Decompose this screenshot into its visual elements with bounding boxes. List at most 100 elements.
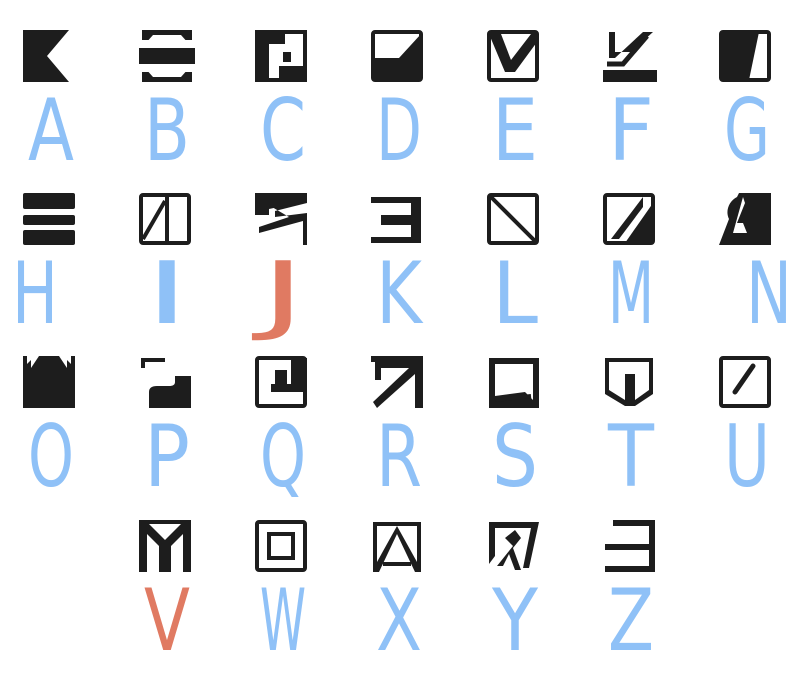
alphabet-cell-m: M <box>591 193 671 344</box>
glyph-o-icon <box>23 356 79 412</box>
letter-text: L <box>492 244 538 344</box>
letter-label-g: G <box>707 81 787 181</box>
alphabet-cell-g: G <box>707 30 787 181</box>
letter-label-i: I <box>127 244 207 344</box>
glyph-z-icon <box>603 520 659 576</box>
alphabet-cell-c: C <box>243 30 323 181</box>
letter-text: I <box>144 244 190 344</box>
alphabet-cell-u: U <box>707 356 787 507</box>
letter-text: G <box>724 81 770 181</box>
letter-label-r: R <box>359 407 439 507</box>
glyph-m-icon <box>603 193 659 249</box>
letter-label-u: U <box>707 407 787 507</box>
glyph-s-icon <box>487 356 543 412</box>
glyph-w-icon <box>255 520 311 576</box>
glyph-r-icon <box>371 356 427 412</box>
glyph-p-icon <box>139 356 195 412</box>
alphabet-cell-v: V <box>127 520 207 671</box>
letter-label-w: W <box>243 571 323 671</box>
glyph-f-icon <box>603 30 659 86</box>
glyph-d-icon <box>371 30 427 86</box>
letter-text: T <box>607 407 654 507</box>
letter-label-b: B <box>127 81 207 181</box>
letter-text: P <box>144 407 190 507</box>
letter-text: K <box>376 244 424 344</box>
alphabet-cell-l: L <box>475 193 555 344</box>
alphabet-cell-w: W <box>243 520 323 671</box>
letter-label-m: M <box>591 244 671 344</box>
letter-label-c: C <box>243 81 323 181</box>
letter-text: U <box>724 407 770 507</box>
letter-text: N <box>746 244 792 344</box>
letter-text: J <box>251 244 306 344</box>
letter-text: F <box>608 81 654 181</box>
letter-text: E <box>492 81 538 181</box>
alphabet-cell-b: B <box>127 30 207 181</box>
letter-text: Q <box>260 407 306 507</box>
glyph-n-icon <box>719 193 775 249</box>
glyph-e-icon <box>487 30 543 86</box>
letter-label-y: Y <box>475 571 555 671</box>
alphabet-cell-h: H <box>11 193 91 344</box>
alphabet-cell-f: F <box>591 30 671 181</box>
letter-text: V <box>144 571 190 671</box>
alphabet-cell-d: D <box>359 30 439 181</box>
letter-label-h: H <box>11 244 91 344</box>
glyph-a-icon <box>23 30 79 86</box>
alphabet-cell-o: O <box>11 356 91 507</box>
glyph-g-icon <box>719 30 775 86</box>
alphabet-cell-i: I <box>127 193 207 344</box>
alphabet-cell-x: X <box>359 520 439 671</box>
letter-label-e: E <box>475 81 555 181</box>
letter-text: D <box>376 81 422 181</box>
letter-label-z: Z <box>591 571 671 671</box>
alphabet-cell-y: Y <box>475 520 555 671</box>
letter-text: A <box>28 81 74 181</box>
alphabet-cell-k: K <box>359 193 439 344</box>
alphabet-cell-r: R <box>359 356 439 507</box>
alphabet-cell-z: Z <box>591 520 671 671</box>
letter-label-j: J <box>243 244 323 344</box>
letter-label-a: A <box>11 81 91 181</box>
glyph-l-icon <box>487 193 543 249</box>
letter-text: Y <box>491 571 538 671</box>
glyph-b-icon <box>139 30 195 86</box>
letter-label-l: L <box>475 244 555 344</box>
letter-label-t: T <box>591 407 671 507</box>
letter-label-n: N <box>707 244 792 344</box>
glyph-u-icon <box>719 356 775 412</box>
alphabet-cell-t: T <box>591 356 671 507</box>
letter-label-s: S <box>475 407 555 507</box>
letter-label-p: P <box>127 407 207 507</box>
letter-label-v: V <box>127 571 207 671</box>
letter-text: X <box>376 571 422 671</box>
alphabet-cell-e: E <box>475 30 555 181</box>
glyph-i-icon <box>139 193 195 249</box>
letter-text: R <box>376 407 422 507</box>
letter-label-q: Q <box>243 407 323 507</box>
glyph-x-icon <box>371 520 427 576</box>
letter-text: M <box>608 244 654 344</box>
alphabet-cell-j: J <box>243 193 323 344</box>
letter-text: O <box>28 407 74 507</box>
letter-text: C <box>260 81 306 181</box>
letter-text: Z <box>608 571 654 671</box>
letter-text: S <box>492 407 538 507</box>
glyph-c-icon <box>255 30 311 86</box>
glyph-k-icon <box>371 193 427 249</box>
glyph-q-icon <box>255 356 311 412</box>
glyph-j-icon <box>255 193 311 249</box>
alphabet-cell-a: A <box>11 30 91 181</box>
glyph-t-icon <box>603 356 659 412</box>
letter-label-d: D <box>359 81 439 181</box>
alphabet-cell-q: Q <box>243 356 323 507</box>
letter-text: H <box>12 244 58 344</box>
letter-label-o: O <box>11 407 91 507</box>
letter-label-k: K <box>359 244 439 344</box>
letter-label-f: F <box>591 81 671 181</box>
letter-text: W <box>260 571 306 671</box>
glyph-h-icon <box>23 193 79 249</box>
alphabet-cell-s: S <box>475 356 555 507</box>
alphabet-cell-p: P <box>127 356 207 507</box>
glyph-v-icon <box>139 520 195 576</box>
